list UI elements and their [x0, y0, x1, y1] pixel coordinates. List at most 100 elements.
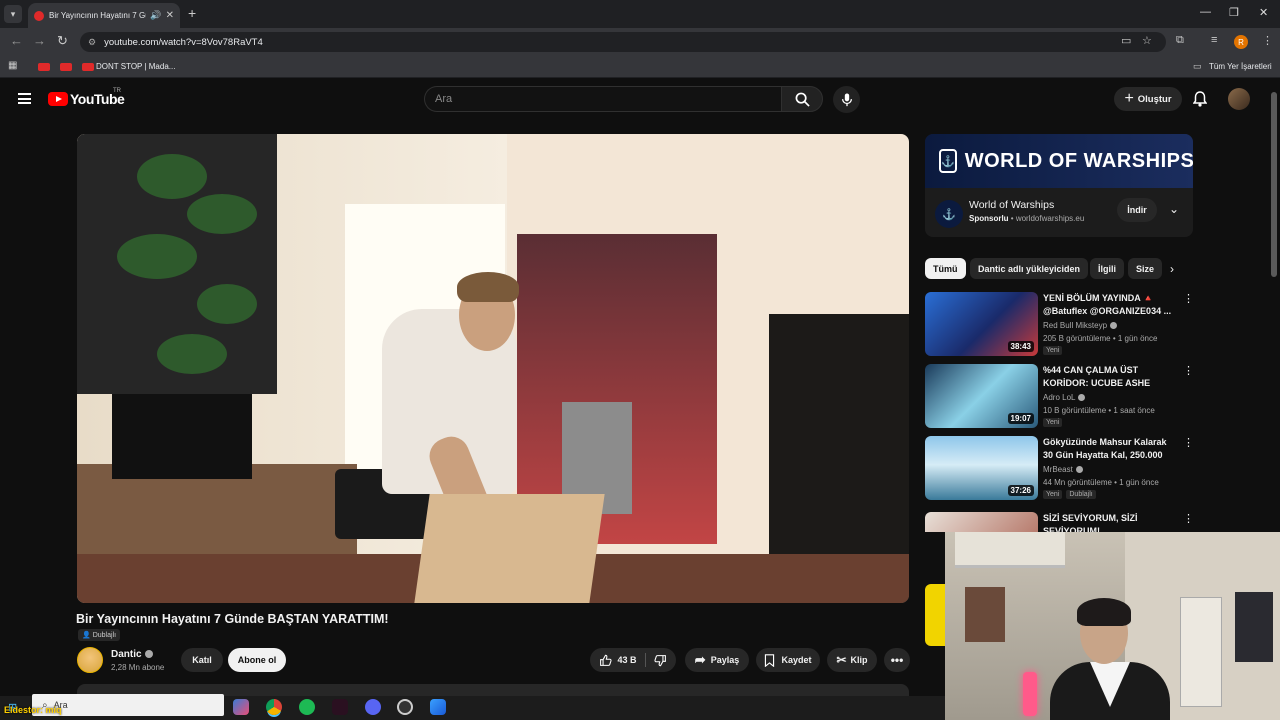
recommendation-title[interactable]: %44 CAN ÇALMA ÜST KORİDOR: UCUBE ASHE	[1043, 364, 1179, 390]
media-controls-icon[interactable]: ≡	[1211, 34, 1217, 46]
verified-icon	[145, 650, 153, 658]
microphone-icon	[841, 92, 852, 106]
close-window-icon[interactable]: ✕	[1259, 6, 1268, 19]
reload-icon[interactable]: ↻	[57, 33, 68, 49]
profile-avatar[interactable]: R	[1234, 35, 1248, 49]
youtube-logo-icon[interactable]	[48, 92, 68, 106]
channel-avatar[interactable]	[77, 647, 103, 673]
spotify-app-icon[interactable]	[299, 699, 315, 715]
more-vertical-icon[interactable]: ⋮	[1183, 438, 1194, 449]
discord-app-icon[interactable]	[365, 699, 381, 715]
chip-related[interactable]: İlgili	[1090, 258, 1124, 279]
ad-title[interactable]: World of Warships	[969, 199, 1054, 211]
share-button[interactable]: ➦ Paylaş	[685, 648, 749, 672]
all-bookmarks-link[interactable]: Tüm Yer İşaretleri	[1209, 62, 1272, 71]
chevron-right-icon[interactable]: ›	[1170, 262, 1174, 276]
tab-search-button[interactable]: ▾	[4, 5, 22, 23]
extensions-icon[interactable]: ⧉	[1176, 34, 1184, 47]
copilot-app-icon[interactable]	[233, 699, 249, 715]
notifications-bell-icon[interactable]	[1192, 91, 1208, 112]
back-icon[interactable]: ←	[10, 33, 23, 48]
chip-from-uploader[interactable]: Dantic adlı yükleyiciden	[970, 258, 1089, 279]
recommendation-title[interactable]: YENİ BÖLÜM YAYINDA 🔺 @Batuflex @ORGANIZE…	[1043, 292, 1179, 318]
create-button[interactable]: + Oluştur	[1114, 87, 1182, 111]
more-horizontal-icon: •••	[890, 653, 904, 667]
recommendation-item[interactable]: SİZİ SEVİYORUM, SİZİ SEVİYORUM! ⋮	[925, 512, 1193, 532]
more-vertical-icon[interactable]: ⋮	[1183, 294, 1194, 305]
recommendation-item[interactable]: 19:07 %44 CAN ÇALMA ÜST KORİDOR: UCUBE A…	[925, 364, 1194, 428]
close-tab-icon[interactable]: ✕	[166, 10, 174, 21]
video-duration: 19:07	[1007, 413, 1034, 424]
chip-for-you[interactable]: Size	[1128, 258, 1162, 279]
page-scrollbar[interactable]	[1271, 92, 1277, 277]
recommendation-item[interactable]: 37:26 Gökyüzünde Mahsur Kalarak 30 Gün H…	[925, 436, 1194, 500]
subscribe-button[interactable]: Abone ol	[228, 648, 286, 672]
ad-advertiser-icon[interactable]: ⚓	[935, 200, 963, 228]
voice-search-button[interactable]	[833, 86, 860, 113]
thumbs-down-icon[interactable]	[653, 654, 667, 667]
save-button[interactable]: Kaydet	[756, 648, 820, 672]
recommendation-thumbnail[interactable]: 19:07	[925, 364, 1038, 428]
recommendation-title[interactable]: SİZİ SEVİYORUM, SİZİ SEVİYORUM!	[1043, 512, 1179, 532]
recommendation-thumbnail[interactable]: 37:26	[925, 436, 1038, 500]
photos-app-icon[interactable]	[430, 699, 446, 715]
bookmark-youtube-icon-2[interactable]	[60, 63, 72, 71]
restore-icon[interactable]: ❐	[1229, 6, 1239, 19]
video-player[interactable]	[77, 134, 909, 603]
url-text: youtube.com/watch?v=8Vov78RaVT4	[104, 36, 263, 48]
more-vertical-icon[interactable]: ⋮	[1183, 366, 1194, 377]
recommendation-channel[interactable]: Red Bull Miksteyp	[1043, 321, 1118, 330]
webcam-air-conditioner	[955, 532, 1065, 568]
country-code: TR	[113, 88, 121, 94]
subscriber-count: 2,28 Mn abone	[111, 663, 165, 672]
recommendation-item[interactable]: 38:43 YENİ BÖLÜM YAYINDA 🔺 @Batuflex @OR…	[925, 292, 1194, 356]
hamburger-menu-icon[interactable]	[18, 93, 31, 104]
chip-all[interactable]: Tümü	[925, 258, 966, 279]
forward-icon[interactable]: →	[33, 33, 46, 48]
bookmark-youtube-icon[interactable]	[38, 63, 50, 71]
ad-card[interactable]: ⚓ WORLD OF WARSHIPS ⚓ World of Warships …	[925, 134, 1193, 237]
speaker-icon[interactable]: 🔊	[150, 10, 161, 21]
bookmark-item[interactable]: DONT STOP | Mada...	[96, 62, 175, 71]
webcam-poster-2	[1235, 592, 1273, 662]
recommendation-thumbnail-partial[interactable]	[925, 584, 945, 646]
dubbed-badge: Dublajlı	[1066, 490, 1096, 499]
obs-app-icon[interactable]	[397, 699, 413, 715]
apps-grid-icon[interactable]: ▦	[8, 60, 17, 71]
chrome-app-icon[interactable]	[266, 699, 282, 715]
ad-download-button[interactable]: İndir	[1117, 198, 1157, 222]
site-info-icon[interactable]: ⚙	[88, 37, 96, 48]
search-button[interactable]	[781, 86, 823, 112]
verified-icon	[1078, 394, 1086, 402]
more-vertical-icon[interactable]: ⋮	[1183, 514, 1193, 525]
video-duration: 37:26	[1007, 485, 1034, 496]
scissors-icon: ✂	[836, 653, 847, 667]
join-button[interactable]: Katıl	[181, 648, 223, 672]
video-frame-painting	[77, 134, 277, 394]
bookmark-youtube-icon-3	[82, 63, 94, 71]
clip-button[interactable]: ✂ Klip	[827, 648, 877, 672]
chevron-down-icon[interactable]: ⌄	[1169, 202, 1179, 216]
channel-name[interactable]: Dantic	[111, 649, 142, 660]
like-button[interactable]: 43 B	[599, 654, 637, 667]
browser-tab[interactable]: Bir Yayıncının Hayatını 7 Gü 🔊 ✕	[28, 3, 180, 28]
user-avatar[interactable]	[1228, 88, 1250, 110]
webcam-lamp	[1023, 672, 1037, 716]
like-dislike-group: 43 B	[590, 648, 676, 672]
recommendation-thumbnail[interactable]	[925, 512, 1038, 532]
valorant-app-icon[interactable]	[332, 699, 348, 715]
search-input[interactable]	[424, 86, 782, 112]
bookmark-star-icon[interactable]: ☆	[1142, 34, 1152, 47]
new-tab-button[interactable]: +	[188, 5, 196, 21]
recommendation-channel[interactable]: Adro LoL	[1043, 393, 1086, 402]
browser-menu-icon[interactable]: ⋮	[1262, 34, 1273, 47]
more-actions-button[interactable]: •••	[884, 648, 910, 672]
cast-icon[interactable]: ▭	[1121, 34, 1131, 47]
address-bar[interactable]: ⚙ youtube.com/watch?v=8Vov78RaVT4	[80, 32, 1166, 52]
minimize-icon[interactable]: —	[1200, 6, 1211, 18]
ad-banner[interactable]: ⚓ WORLD OF WARSHIPS	[925, 134, 1193, 188]
recommendation-thumbnail[interactable]: 38:43	[925, 292, 1038, 356]
recommendation-title[interactable]: Gökyüzünde Mahsur Kalarak 30 Gün Hayatta…	[1043, 436, 1179, 462]
recommendation-channel[interactable]: MrBeast	[1043, 465, 1083, 474]
tab-title: Bir Yayıncının Hayatını 7 Gü	[49, 11, 147, 20]
